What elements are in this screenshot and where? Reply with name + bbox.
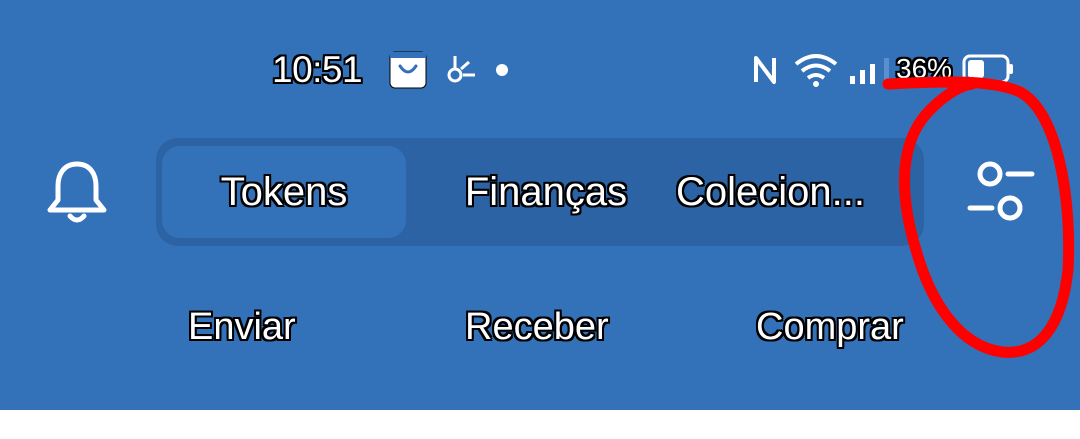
battery-icon: [962, 54, 1013, 84]
header-panel: 10:51 36% Tokens Finanças Colecion... En…: [0, 0, 1080, 410]
notification-dot-icon: [496, 64, 508, 76]
send-button[interactable]: Enviar: [188, 302, 296, 352]
nfc-icon: [754, 56, 776, 84]
status-time: 10:51: [272, 49, 363, 90]
wifi-icon: [794, 54, 838, 87]
battery-percent: 36%: [896, 53, 953, 84]
wallet-screen: 10:51 36% Tokens Finanças Colecion... En…: [0, 0, 1080, 439]
activity-icon: [447, 56, 475, 83]
signal-icon: [850, 58, 889, 84]
shopping-bag-icon: [389, 51, 427, 89]
tab-financas[interactable]: Finanças: [426, 146, 666, 238]
tab-colecionaveis-label: Colecion...: [676, 169, 865, 214]
tab-financas-label: Finanças: [464, 169, 628, 214]
tab-tokens-label: Tokens: [220, 169, 348, 214]
tab-colecionaveis[interactable]: Colecion...: [676, 146, 916, 238]
tab-tokens[interactable]: Tokens: [162, 146, 406, 238]
buy-button[interactable]: Comprar: [756, 302, 904, 352]
notification-bell-icon[interactable]: [44, 158, 110, 226]
receive-button[interactable]: Receber: [465, 302, 609, 352]
filter-sliders-icon[interactable]: [964, 160, 1036, 226]
asset-tabs: Tokens Finanças Colecion...: [156, 138, 924, 246]
